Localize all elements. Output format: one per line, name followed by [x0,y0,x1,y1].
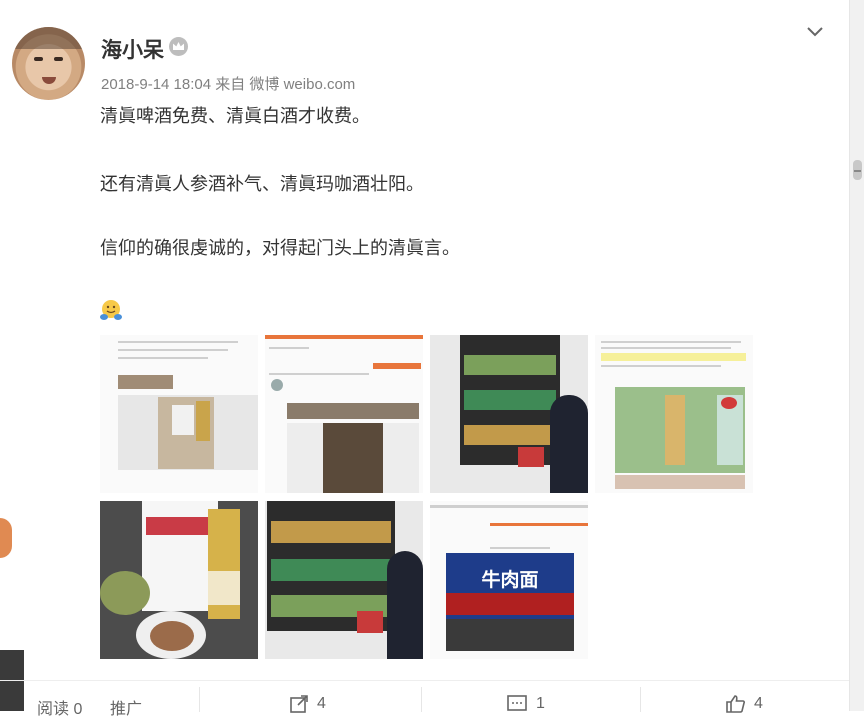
avatar-mouth [42,77,56,84]
avatar-eye-right [54,57,63,61]
post-line-3: 信仰的确很虔诚的，对得起门头上的清眞言。 [100,238,460,258]
side-panel-edge [0,518,12,558]
like-count[interactable]: 4 [754,695,763,713]
post-action-bar: 阅读 0 推广 4 1 4 [0,680,850,718]
like-icon[interactable] [724,694,746,713]
repost-count[interactable]: 4 [317,695,326,713]
scrollbar-mark [854,170,861,172]
chevron-down-icon[interactable] [806,26,824,38]
scrollbar[interactable] [849,0,864,711]
read-count: 阅读 0 [37,701,83,718]
crown-icon [169,37,188,56]
comment-count[interactable]: 1 [536,695,545,713]
post-meta[interactable]: 2018-9-14 18:04 来自 微博 weibo.com [101,73,355,94]
avatar-eye-left [34,57,43,61]
repost-icon[interactable] [289,695,309,713]
image-thumb-3[interactable] [430,335,588,493]
image-thumb-1[interactable] [100,335,258,493]
image-thumb-4[interactable] [595,335,753,493]
avatar-hair [12,27,85,49]
avatar[interactable] [12,27,85,100]
weibo-post-card: 海小呆 2018-9-14 18:04 来自 微博 weibo.com 清眞啤酒… [0,0,850,718]
image-thumb-2[interactable] [265,335,423,493]
comment-icon[interactable] [506,695,528,713]
image-thumb-5[interactable] [100,501,258,659]
post-line-2: 还有清眞人参酒补气、清眞玛咖酒壮阳。 [100,174,424,194]
restaurant-sign-text: 牛肉面 [481,569,539,591]
post-line-1: 清眞啤酒免费、清眞白酒才收费。 [100,106,370,126]
hug-emoji-icon [100,300,122,320]
image-thumb-7[interactable]: 牛肉面 [430,501,588,659]
image-thumb-6[interactable] [265,501,423,659]
username[interactable]: 海小呆 [101,34,164,64]
promote-button[interactable]: 推广 [110,695,142,719]
